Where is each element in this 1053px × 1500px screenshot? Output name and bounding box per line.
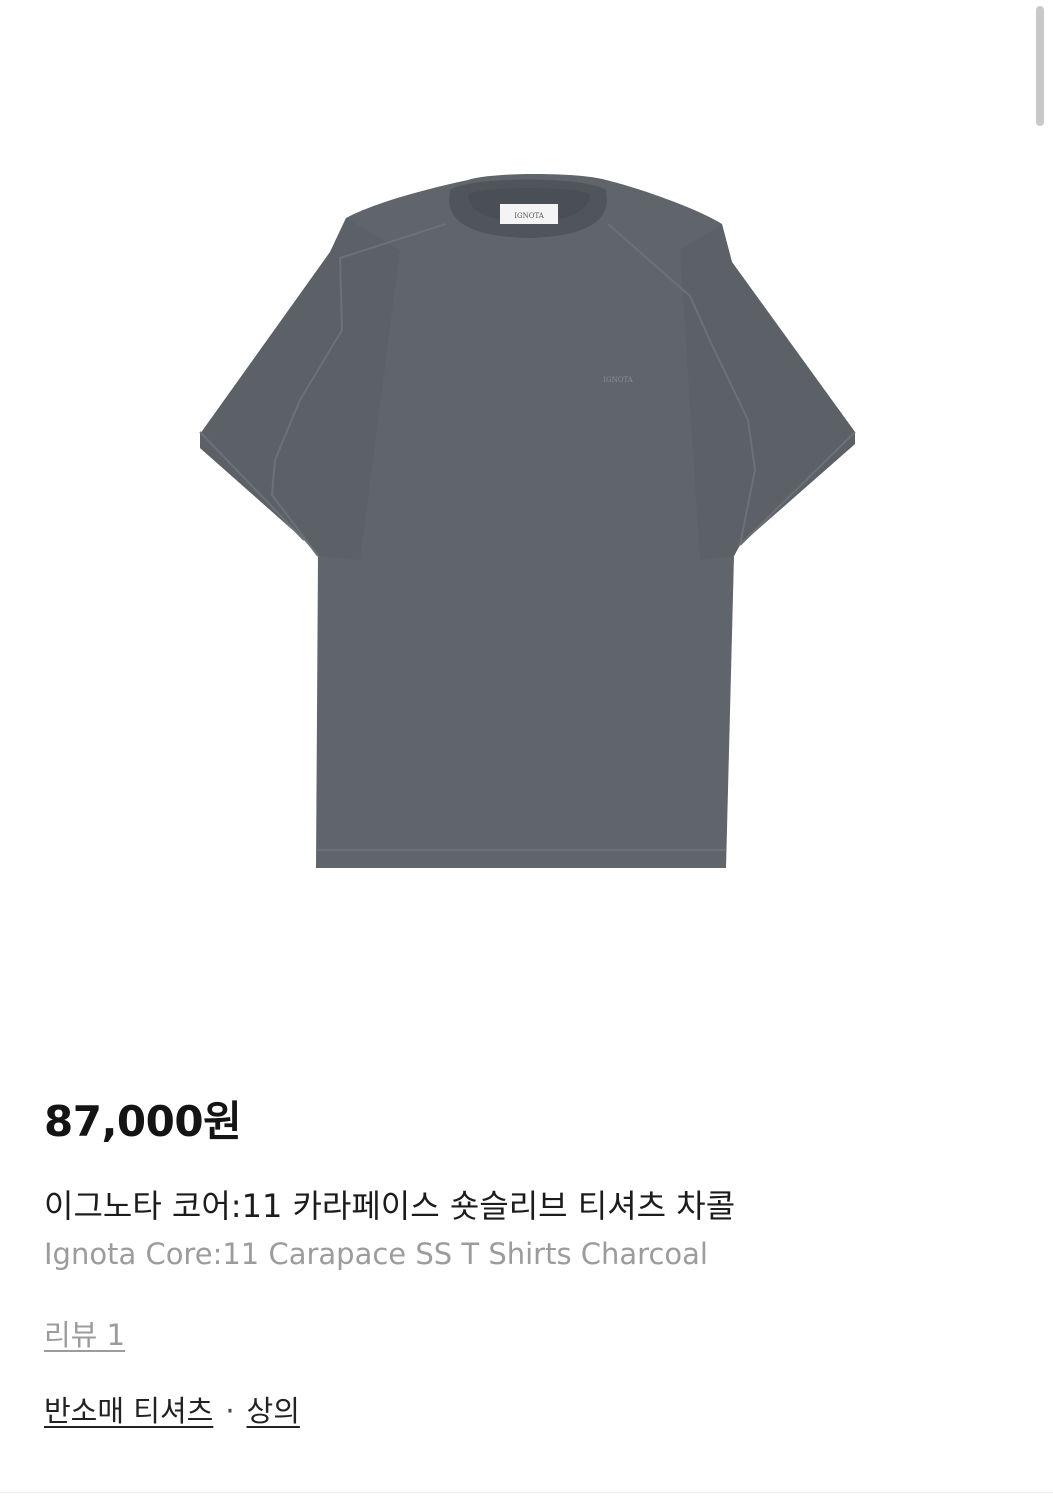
product-image: IGNOTA IGNOTA bbox=[0, 0, 1053, 1010]
category-link-short-sleeve-tshirts[interactable]: 반소매 티셔츠 bbox=[44, 1394, 213, 1428]
category-breadcrumb: 반소매 티셔츠 · 상의 bbox=[44, 1388, 300, 1430]
product-name-korean: 이그노타 코어:11 카라페이스 숏슬리브 티셔츠 차콜 bbox=[44, 1187, 736, 1225]
bottom-divider bbox=[0, 1492, 1053, 1493]
chest-logo: IGNOTA bbox=[603, 376, 634, 384]
product-name-english: Ignota Core:11 Carapace SS T Shirts Char… bbox=[44, 1237, 708, 1271]
neck-label-text: IGNOTA bbox=[514, 212, 545, 220]
reviews-link[interactable]: 리뷰 1 bbox=[44, 1312, 125, 1354]
shirt-shading-right bbox=[680, 224, 855, 560]
product-price: 87,000원 bbox=[44, 1097, 242, 1146]
category-separator: · bbox=[225, 1394, 235, 1428]
category-link-tops[interactable]: 상의 bbox=[247, 1394, 300, 1428]
